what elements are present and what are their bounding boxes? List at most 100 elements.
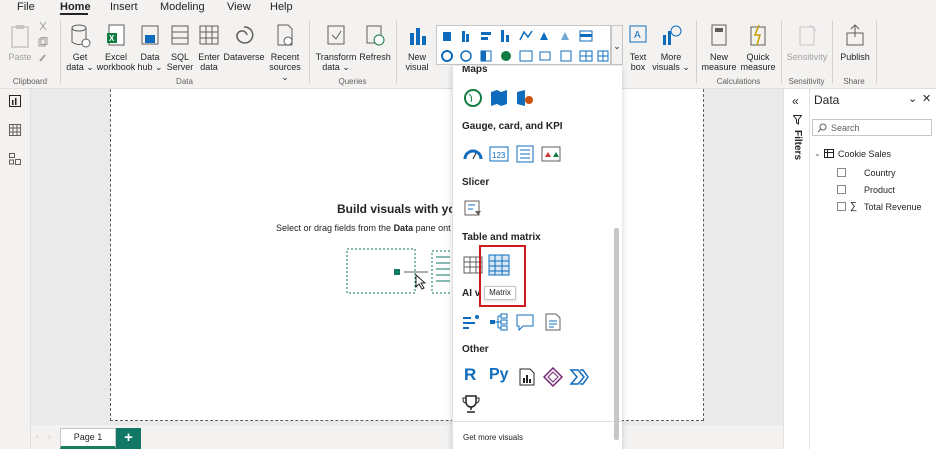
add-page-button[interactable]: + — [116, 428, 141, 449]
get-more-visuals-link[interactable]: Get more visuals — [463, 433, 523, 442]
calculator-icon — [711, 24, 727, 46]
sigma-icon: ∑ — [850, 201, 858, 212]
sensitivity-icon — [799, 24, 817, 46]
text-box-icon: A — [629, 25, 647, 43]
menu-bar: File Home Insert Modeling View Help — [0, 0, 936, 17]
slicer-icon[interactable] — [463, 199, 483, 219]
group-separator — [60, 21, 61, 83]
menu-insert[interactable]: Insert — [110, 0, 138, 14]
paginated-report-icon[interactable] — [517, 367, 537, 387]
quick-measure-button[interactable]: Quick measure — [740, 23, 776, 72]
table-view-icon[interactable] — [9, 124, 21, 138]
search-placeholder: Search — [831, 123, 860, 133]
filled-map-icon[interactable] — [489, 88, 509, 108]
next-page-icon[interactable]: › — [48, 431, 51, 441]
transform-data-icon — [327, 25, 345, 45]
text-box-button[interactable]: A Text box — [626, 23, 650, 72]
collapse-chevron-icon[interactable]: ⌄ — [908, 92, 917, 105]
goals-trophy-icon[interactable] — [461, 394, 481, 414]
power-apps-icon[interactable] — [543, 367, 563, 387]
filter-funnel-icon — [793, 115, 802, 125]
field-total-revenue[interactable]: Total Revenue — [864, 202, 922, 212]
field-checkbox-total-revenue[interactable] — [837, 202, 846, 211]
data-pane-title: Data — [814, 93, 840, 107]
recent-sources-label: Recent sources — [269, 52, 301, 72]
menu-view[interactable]: View — [227, 0, 251, 14]
transform-data-button[interactable]: Transform data ⌄ — [314, 23, 358, 72]
data-search-box[interactable]: Search — [812, 119, 932, 136]
sensitivity-button[interactable]: Sensitivity — [786, 23, 828, 62]
more-visuals-label: More visuals — [652, 52, 682, 72]
prev-page-icon[interactable]: ‹ — [36, 431, 39, 441]
decomposition-tree-icon[interactable] — [489, 312, 509, 332]
field-checkbox-country[interactable] — [837, 168, 846, 177]
model-view-icon[interactable] — [9, 153, 21, 167]
table-cookie-sales[interactable]: Cookie Sales — [838, 149, 891, 159]
gauge-icon[interactable] — [463, 144, 483, 164]
new-measure-label: New measure — [701, 52, 737, 72]
page-tab-1[interactable]: Page 1 — [60, 428, 116, 449]
cut-icon[interactable] — [38, 21, 48, 33]
more-visuals-button[interactable]: More visuals ⌄ — [652, 23, 690, 72]
menu-file[interactable]: File — [17, 0, 35, 14]
map-icon[interactable] — [463, 88, 483, 108]
active-tab-indicator — [60, 13, 88, 15]
format-painter-icon[interactable] — [38, 53, 48, 65]
dropdown-scrollbar[interactable] — [614, 228, 619, 440]
view-switcher-rail — [0, 89, 31, 449]
recent-sources-button[interactable]: Recent sources ⌄ — [266, 23, 304, 82]
dataverse-label: Dataverse — [223, 52, 265, 62]
menu-home[interactable]: Home — [60, 0, 91, 14]
svg-text:A: A — [634, 30, 641, 41]
excel-workbook-button[interactable]: X Excel workbook — [96, 23, 136, 72]
multi-row-card-icon[interactable] — [515, 144, 535, 164]
section-other: Other — [462, 344, 489, 355]
menu-modeling[interactable]: Modeling — [160, 0, 205, 14]
section-table-and-matrix: Table and matrix — [462, 232, 541, 243]
table-icon — [199, 25, 219, 45]
group-label-sensitivity: Sensitivity — [788, 77, 825, 86]
copy-icon[interactable] — [38, 37, 48, 49]
expand-filters-icon[interactable]: « — [792, 94, 799, 108]
r-script-icon[interactable]: R — [464, 365, 476, 385]
new-visual-button[interactable]: New visual — [402, 23, 432, 72]
smart-narrative-icon[interactable] — [543, 312, 563, 332]
field-product[interactable]: Product — [864, 185, 895, 195]
data-hub-icon — [141, 25, 159, 45]
visuals-dropdown-panel: Maps Gauge, card, and KPI 123 Slicer Tab… — [452, 66, 622, 449]
field-checkbox-product[interactable] — [837, 185, 846, 194]
power-automate-icon[interactable] — [569, 367, 589, 387]
refresh-icon — [366, 25, 385, 46]
sql-server-button[interactable]: SQL Server — [166, 23, 194, 72]
visual-gallery[interactable] — [436, 25, 611, 65]
divider — [453, 421, 622, 422]
menu-help[interactable]: Help — [270, 0, 293, 14]
field-country[interactable]: Country — [864, 168, 896, 178]
kpi-icon[interactable] — [541, 144, 561, 164]
close-icon[interactable]: ✕ — [922, 92, 931, 105]
refresh-button[interactable]: Refresh — [358, 23, 392, 62]
dataverse-button[interactable]: Dataverse — [223, 23, 265, 62]
group-label-queries: Queries — [338, 77, 367, 86]
enter-data-button[interactable]: Enter data — [196, 23, 222, 72]
data-hub-button[interactable]: Data hub ⌄ — [137, 23, 163, 72]
new-measure-button[interactable]: New measure — [700, 23, 738, 72]
python-visual-icon[interactable]: Py — [489, 365, 509, 385]
gallery-expand-chevron-icon[interactable]: ⌄ — [611, 25, 623, 65]
table-expand-chevron-icon[interactable]: ⌄ — [814, 149, 821, 158]
filters-pane[interactable]: « Filters — [783, 89, 810, 449]
search-icon — [817, 123, 827, 133]
group-separator — [781, 21, 782, 83]
publish-button[interactable]: Publish — [838, 23, 872, 62]
report-view-icon[interactable] — [9, 95, 21, 109]
azure-map-icon[interactable] — [515, 88, 535, 108]
qa-icon[interactable] — [515, 312, 535, 332]
recent-sources-icon — [277, 24, 293, 46]
get-data-button[interactable]: Get data ⌄ — [65, 23, 95, 72]
group-separator — [696, 21, 697, 83]
key-influencers-icon[interactable] — [461, 312, 481, 332]
paste-button[interactable]: Paste — [6, 23, 34, 62]
card-icon[interactable]: 123 — [489, 144, 509, 164]
section-slicer: Slicer — [462, 177, 490, 188]
group-separator — [876, 21, 877, 83]
